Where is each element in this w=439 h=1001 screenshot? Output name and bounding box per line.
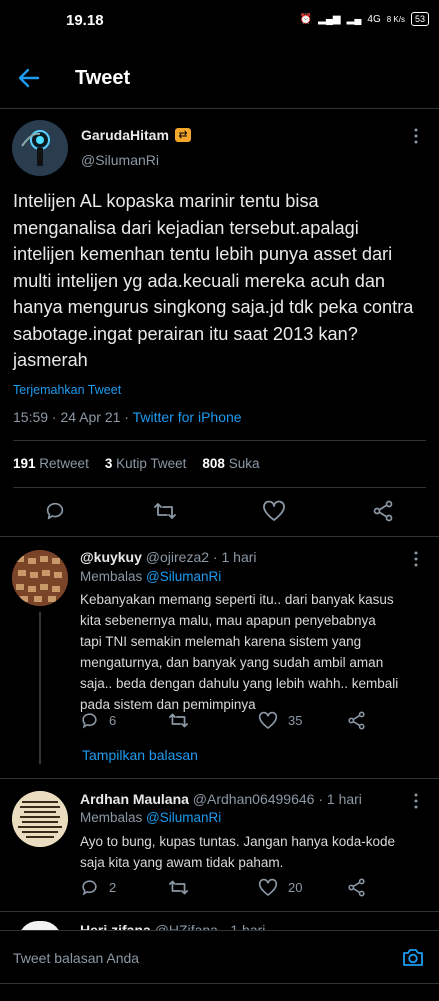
status-time: 19.18 xyxy=(66,12,104,29)
avatar-image xyxy=(12,120,68,176)
reply-reply-button[interactable]: 2 xyxy=(80,878,116,897)
comment-icon xyxy=(82,713,97,729)
heart-icon xyxy=(258,711,278,730)
composer-bottom-line xyxy=(0,983,439,984)
reply-author: @kuykuy xyxy=(80,549,142,565)
replying-to-link[interactable]: @SilumanRi xyxy=(146,810,221,825)
reply-time: · 1 hari xyxy=(318,791,362,807)
like-stat[interactable]: 808 Suka xyxy=(202,456,259,471)
author-name: GarudaHitam xyxy=(81,127,169,143)
retweet-icon xyxy=(154,503,176,519)
thread-dots xyxy=(39,744,43,764)
tweet-meta: 15:59 · 24 Apr 21 · Twitter for iPhone xyxy=(13,409,242,425)
quote-label: Kutip Tweet xyxy=(116,456,187,471)
translate-link[interactable]: Terjemahkan Tweet xyxy=(13,383,121,397)
reply-handle: @Ardhan06499646 xyxy=(192,791,315,807)
avatar-image xyxy=(12,550,68,606)
reply-avatar[interactable] xyxy=(12,791,68,847)
reply-share-button[interactable] xyxy=(347,878,366,897)
avatar-image xyxy=(12,791,68,847)
replying-label: Membalas xyxy=(80,569,143,584)
thread-line xyxy=(39,612,41,762)
stats-row: 191 Retweet 3 Kutip Tweet 808 Suka xyxy=(13,456,259,471)
comment-icon xyxy=(82,880,97,896)
retweet-icon xyxy=(168,880,188,895)
reply-avatar[interactable] xyxy=(12,550,68,606)
retweet-stat[interactable]: 191 Retweet xyxy=(13,456,89,471)
signal2-icon: ▂▄ xyxy=(346,13,362,25)
network-label: 4G xyxy=(367,13,381,25)
replying-to-link[interactable]: @SilumanRi xyxy=(146,569,221,584)
reply-like-button[interactable]: 20 xyxy=(258,878,302,897)
share-icon xyxy=(373,500,393,522)
author-name-row[interactable]: GarudaHitam ⇄ xyxy=(81,127,191,143)
reply-reply-button[interactable]: 6 xyxy=(80,711,116,730)
comment-icon xyxy=(46,502,64,520)
reply-handle: @ojireza2 xyxy=(145,549,210,565)
header-divider xyxy=(0,108,439,109)
battery-icon: 53 xyxy=(410,12,429,26)
reply-button[interactable] xyxy=(44,500,66,522)
retweet-button[interactable] xyxy=(153,500,177,522)
camera-button[interactable] xyxy=(402,947,424,967)
page-title: Tweet xyxy=(75,67,131,89)
reply-divider xyxy=(0,778,439,779)
heart-icon xyxy=(258,878,278,897)
reply-text: Ayo to bung, kupas tuntas. Jangan hanya … xyxy=(80,834,395,870)
retweet-badge-icon: ⇄ xyxy=(174,128,191,142)
signal-icon: ▂▄▆ xyxy=(318,13,341,25)
like-count: 35 xyxy=(288,713,303,728)
like-label: Suka xyxy=(228,456,260,471)
retweet-label: Retweet xyxy=(39,456,89,471)
share-icon xyxy=(348,878,365,897)
retweet-count: 191 xyxy=(13,456,36,471)
stats-divider xyxy=(13,487,426,488)
reply-retweet-button[interactable] xyxy=(168,711,189,730)
camera-icon xyxy=(403,949,423,966)
status-bar: 19.18 ⏰ ▂▄▆ ▂▄ 4G 8 K/s 53 xyxy=(0,0,439,42)
actions-divider xyxy=(0,536,439,537)
more-options-icon[interactable] xyxy=(414,551,418,567)
reply-text: Kebanyakan memang seperti itu.. dari ban… xyxy=(80,592,399,712)
retweet-icon xyxy=(168,713,188,728)
reply-header[interactable]: Ardhan Maulana @Ardhan06499646 · 1 hari xyxy=(80,791,362,807)
reply-composer: Tweet balasan Anda xyxy=(0,930,439,1001)
reply-like-button[interactable]: 35 xyxy=(258,711,302,730)
author-avatar[interactable] xyxy=(12,120,68,176)
composer-input[interactable]: Tweet balasan Anda xyxy=(13,950,139,966)
tweet-timestamp: 15:59 · 24 Apr 21 · xyxy=(13,409,133,425)
more-options-icon[interactable] xyxy=(414,793,418,809)
meta-divider xyxy=(13,440,426,441)
status-icons: ⏰ ▂▄▆ ▂▄ 4G 8 K/s 53 xyxy=(300,12,429,26)
like-button[interactable] xyxy=(262,500,286,522)
tweet-text: Intelijen AL kopaska marinir tentu bisa … xyxy=(13,191,414,370)
reply-author: Ardhan Maulana xyxy=(80,791,189,807)
replying-label: Membalas xyxy=(80,810,143,825)
reply-count: 2 xyxy=(109,880,117,895)
replying-to: Membalas @SilumanRi xyxy=(80,569,221,584)
replying-to: Membalas @SilumanRi xyxy=(80,810,221,825)
reply-share-button[interactable] xyxy=(347,711,366,730)
quote-count: 3 xyxy=(104,456,113,471)
tweet-source-link[interactable]: Twitter for iPhone xyxy=(133,409,242,425)
share-icon xyxy=(348,711,365,730)
reply-retweet-button[interactable] xyxy=(168,878,189,897)
heart-icon xyxy=(263,500,285,521)
share-button[interactable] xyxy=(372,500,394,522)
arrow-left-icon xyxy=(18,68,40,88)
show-replies-link[interactable]: Tampilkan balasan xyxy=(82,747,198,763)
quote-stat[interactable]: 3 Kutip Tweet xyxy=(105,456,187,471)
speed-label: 8 K/s xyxy=(386,14,405,24)
more-options-icon[interactable] xyxy=(414,128,420,144)
reply-time: · 1 hari xyxy=(212,549,257,565)
back-button[interactable] xyxy=(18,68,40,88)
alarm-icon: ⏰ xyxy=(299,13,313,25)
reply-count: 6 xyxy=(109,713,117,728)
reply-divider xyxy=(0,911,439,912)
reply-header[interactable]: @kuykuy @ojireza2 · 1 hari xyxy=(80,549,257,565)
like-count: 808 xyxy=(202,456,225,471)
like-count: 20 xyxy=(288,880,303,895)
author-handle[interactable]: @SilumanRi xyxy=(81,152,159,168)
